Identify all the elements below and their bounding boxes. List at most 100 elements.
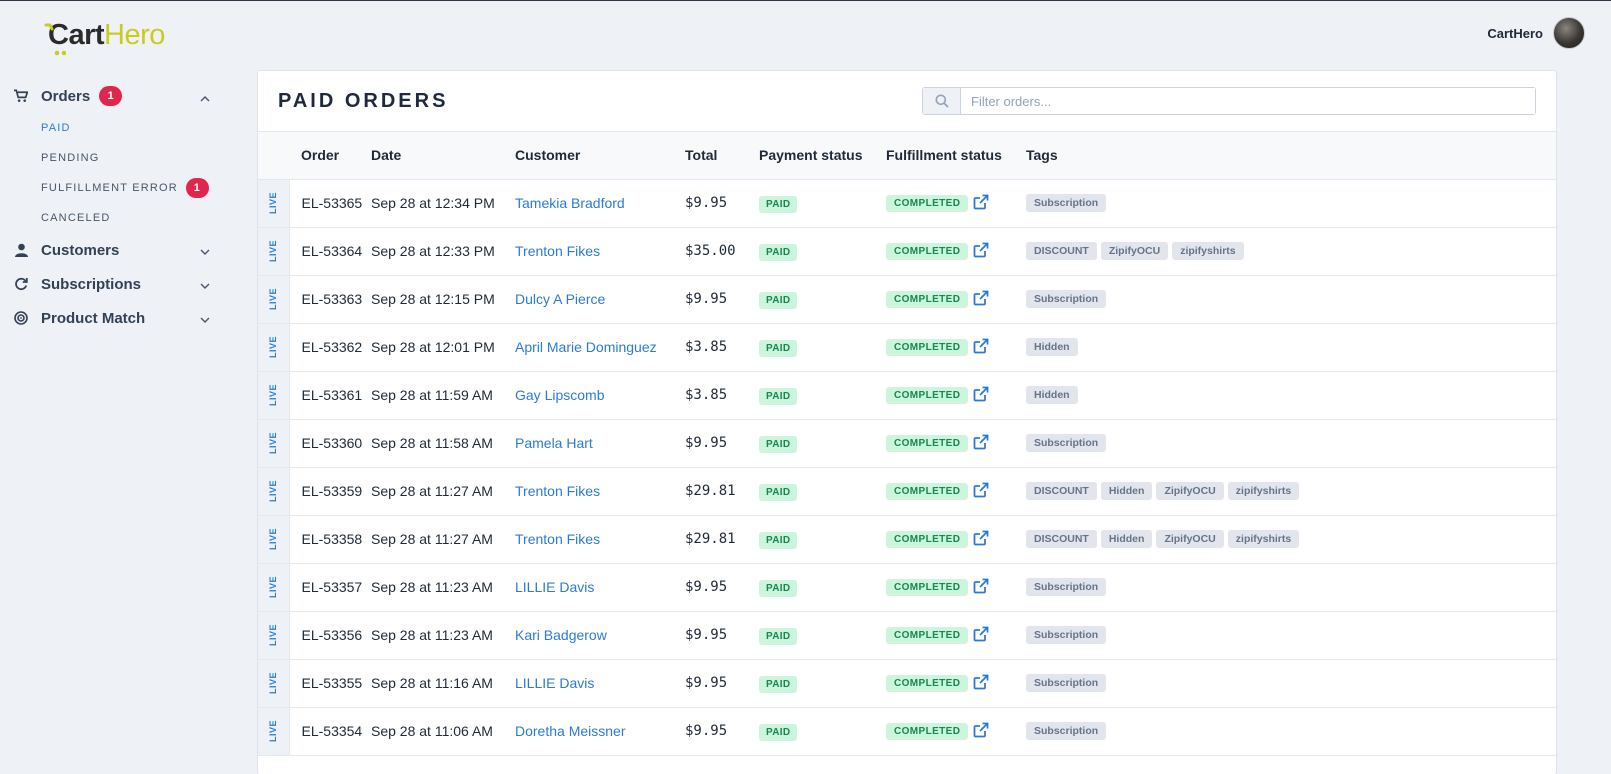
- header-order[interactable]: Order: [289, 132, 371, 179]
- external-link-icon[interactable]: [973, 674, 991, 692]
- header-total[interactable]: Total: [685, 132, 759, 179]
- customer-link[interactable]: Gay Lipscomb: [515, 387, 604, 403]
- external-link-icon[interactable]: [973, 386, 991, 404]
- fulfillment-status-badge: COMPLETED: [886, 578, 969, 596]
- external-link-icon[interactable]: [973, 530, 991, 548]
- subnav-item-fulfillment-error[interactable]: FULFILLMENT ERROR 1: [41, 173, 230, 203]
- order-date: Sep 28 at 12:34 PM: [371, 195, 495, 211]
- external-link-icon[interactable]: [973, 242, 991, 260]
- external-link-icon[interactable]: [973, 722, 991, 740]
- order-id: EL-53357: [301, 579, 363, 595]
- table-row[interactable]: LIVE EL-53364 Sep 28 at 12:33 PM Trenton Fi…: [258, 227, 1556, 275]
- customer-cell: Gay Lipscomb: [515, 371, 685, 419]
- fulfillment-cell: COMPLETED: [886, 563, 1026, 611]
- order-id: EL-53360: [301, 435, 363, 451]
- header-fulfillment-status[interactable]: Fulfillment status: [886, 132, 1026, 179]
- customer-link[interactable]: Trenton Fikes: [515, 531, 600, 547]
- customer-link[interactable]: Tamekia Bradford: [515, 195, 625, 211]
- chevron-down-icon[interactable]: [200, 243, 210, 261]
- external-link-icon[interactable]: [973, 482, 991, 500]
- fulfillment-cell: COMPLETED: [886, 371, 1026, 419]
- customer-link[interactable]: Trenton Fikes: [515, 483, 600, 499]
- order-date: Sep 28 at 11:58 AM: [371, 435, 493, 451]
- customer-cell: Pamela Hart: [515, 419, 685, 467]
- fulfillment-status-badge: COMPLETED: [886, 242, 969, 260]
- subnav-item-canceled[interactable]: CANCELED: [41, 203, 230, 233]
- external-link-icon[interactable]: [973, 434, 991, 452]
- external-link-icon[interactable]: [973, 194, 991, 212]
- external-link-icon[interactable]: [973, 578, 991, 596]
- payment-cell: PAID: [759, 515, 886, 563]
- payment-status-badge: PAID: [759, 195, 798, 213]
- order-date: Sep 28 at 11:23 AM: [371, 579, 493, 595]
- customer-link[interactable]: LILLIE Davis: [515, 675, 594, 691]
- env-cell: LIVE: [258, 611, 290, 659]
- chevron-up-icon[interactable]: [200, 89, 210, 107]
- env-label: LIVE: [268, 335, 279, 359]
- sidebar-item-product-match[interactable]: Product Match: [0, 301, 230, 335]
- external-link-icon[interactable]: [973, 338, 991, 356]
- customer-cell: Trenton Fikes: [515, 467, 685, 515]
- payment-cell: PAID: [759, 419, 886, 467]
- header-customer[interactable]: Customer: [515, 132, 685, 179]
- table-row[interactable]: LIVE EL-53355 Sep 28 at 11:16 AM LILLIE Dav…: [258, 659, 1556, 707]
- sidebar-item-customers[interactable]: Customers: [0, 233, 230, 267]
- panel-header: PAID ORDERS: [258, 71, 1556, 132]
- header-payment-status[interactable]: Payment status: [759, 132, 886, 179]
- subnav-item-pending[interactable]: PENDING: [41, 143, 230, 173]
- avatar[interactable]: [1553, 17, 1585, 49]
- env-cell: LIVE: [258, 659, 290, 707]
- sidebar-item-subscriptions[interactable]: Subscriptions: [0, 267, 230, 301]
- sidebar-item-orders[interactable]: Orders 1: [0, 79, 230, 113]
- table-row[interactable]: LIVE EL-53358 Sep 28 at 11:27 AM Trenton Fi…: [258, 515, 1556, 563]
- user-menu[interactable]: CartHero: [1487, 17, 1585, 49]
- brand-logo[interactable]: Cart Hero: [44, 13, 165, 57]
- tags-cell: DISCOUNT Hidden ZipifyOCU zipifyshirts: [1026, 515, 1556, 563]
- customer-link[interactable]: Trenton Fikes: [515, 243, 600, 259]
- fulfillment-status-badge: COMPLETED: [886, 674, 969, 692]
- customer-cell: LILLIE Davis: [515, 563, 685, 611]
- table-row[interactable]: LIVE EL-53365 Sep 28 at 12:34 PM Tamekia Br…: [258, 179, 1556, 227]
- tag-list: Subscription: [1026, 722, 1556, 740]
- env-cell: LIVE: [258, 179, 290, 227]
- table-row[interactable]: LIVE EL-53357 Sep 28 at 11:23 AM LILLIE Dav…: [258, 563, 1556, 611]
- table-row[interactable]: LIVE EL-53356 Sep 28 at 11:23 AM Kari Badge…: [258, 611, 1556, 659]
- table-row[interactable]: LIVE EL-53360 Sep 28 at 11:58 AM Pamela Har…: [258, 419, 1556, 467]
- payment-cell: PAID: [759, 707, 886, 755]
- chevron-down-icon[interactable]: [200, 277, 210, 295]
- customer-link[interactable]: April Marie Dominguez: [515, 339, 657, 355]
- header-env: [258, 132, 289, 179]
- payment-cell: PAID: [759, 179, 886, 227]
- tags-cell: DISCOUNT ZipifyOCU zipifyshirts: [1026, 227, 1556, 275]
- order-date: Sep 28 at 11:27 AM: [371, 483, 493, 499]
- table-row[interactable]: LIVE EL-53354 Sep 28 at 11:06 AM Doretha Me…: [258, 707, 1556, 755]
- env-label: LIVE: [268, 287, 279, 311]
- payment-status-badge: PAID: [759, 579, 798, 597]
- order-total: $9.95: [685, 435, 728, 451]
- external-link-icon[interactable]: [973, 290, 991, 308]
- table-row[interactable]: LIVE EL-53361 Sep 28 at 11:59 AM Gay Lipsco…: [258, 371, 1556, 419]
- table-row[interactable]: LIVE EL-53359 Sep 28 at 11:27 AM Trenton Fi…: [258, 467, 1556, 515]
- table-row[interactable]: LIVE EL-53362 Sep 28 at 12:01 PM April Mari…: [258, 323, 1556, 371]
- external-link-icon[interactable]: [973, 626, 991, 644]
- customer-link[interactable]: Pamela Hart: [515, 435, 593, 451]
- order-tag: ZipifyOCU: [1156, 482, 1224, 500]
- customer-link[interactable]: Kari Badgerow: [515, 627, 607, 643]
- subnav-item-paid[interactable]: PAID: [41, 113, 230, 143]
- env-cell: LIVE: [258, 467, 290, 515]
- fulfillment-cell: COMPLETED: [886, 419, 1026, 467]
- order-date: Sep 28 at 11:16 AM: [371, 675, 493, 691]
- chevron-down-icon[interactable]: [200, 311, 210, 329]
- customer-link[interactable]: Doretha Meissner: [515, 723, 626, 739]
- order-id: EL-53364: [301, 243, 363, 259]
- table-row[interactable]: LIVE EL-53363 Sep 28 at 12:15 PM Dulcy A Pi…: [258, 275, 1556, 323]
- customer-link[interactable]: Dulcy A Pierce: [515, 291, 605, 307]
- payment-status-badge: PAID: [759, 483, 798, 501]
- header-date[interactable]: Date: [371, 132, 515, 179]
- fulfillment-cell: COMPLETED: [886, 323, 1026, 371]
- tags-cell: Subscription: [1026, 419, 1556, 467]
- tag-list: Hidden: [1026, 338, 1556, 356]
- fulfillment-status-badge: COMPLETED: [886, 386, 969, 404]
- customer-link[interactable]: LILLIE Davis: [515, 579, 594, 595]
- filter-orders-input[interactable]: [961, 88, 1535, 114]
